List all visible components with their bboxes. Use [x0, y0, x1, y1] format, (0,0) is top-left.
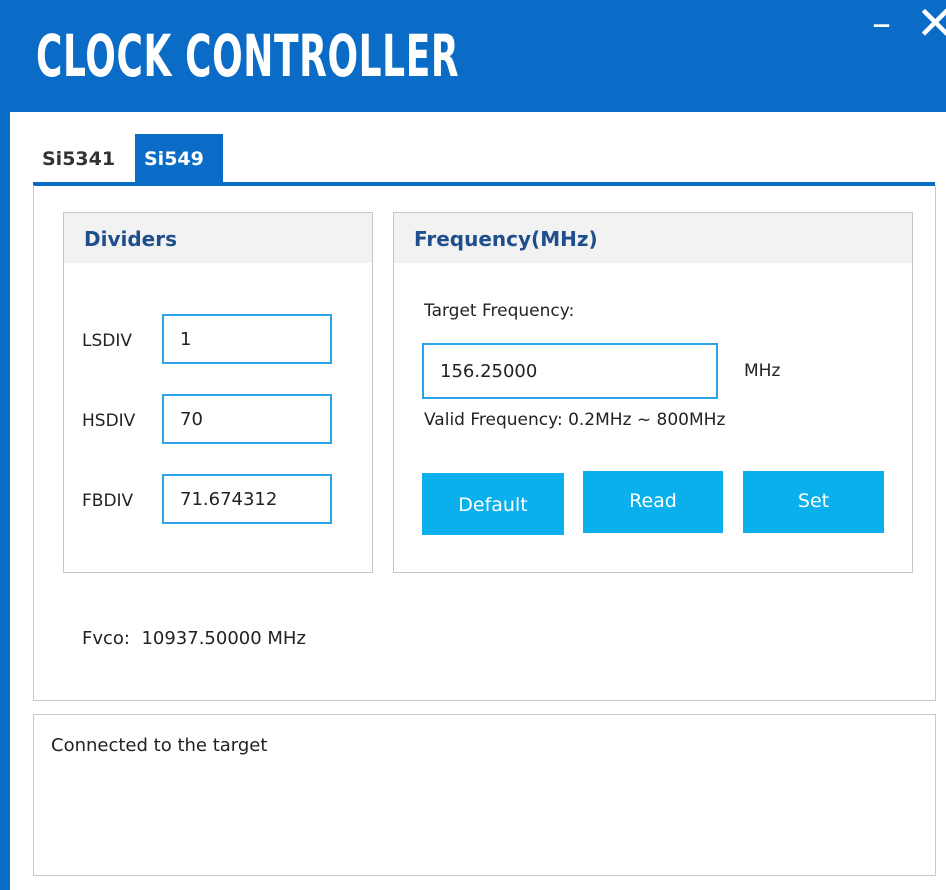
title-bar[interactable]: CLOCK CONTROLLER – ✕	[10, 0, 946, 112]
fvco-value: 10937.50000 MHz	[141, 628, 306, 649]
lsdiv-label: LSDIV	[82, 331, 132, 351]
tab-si5341[interactable]: Si5341	[33, 134, 133, 182]
frequency-group: Frequency(MHz) Target Frequency: MHz Val…	[393, 212, 913, 573]
default-button[interactable]: Default	[422, 473, 564, 535]
window-left-border	[0, 0, 10, 890]
status-message: Connected to the target	[51, 735, 268, 756]
tab-si549[interactable]: Si549	[135, 134, 223, 182]
app-window: CLOCK CONTROLLER – ✕ Si5341 Si549 Divide…	[0, 0, 946, 890]
status-log[interactable]: Connected to the target	[33, 714, 936, 876]
hsdiv-input[interactable]	[162, 394, 332, 444]
frequency-group-header: Frequency(MHz)	[394, 213, 912, 263]
dividers-title: Dividers	[84, 227, 177, 251]
minimize-icon[interactable]: –	[872, 4, 891, 42]
fvco-label: Fvco:	[82, 628, 130, 649]
fbdiv-label: FBDIV	[82, 491, 134, 511]
fbdiv-input[interactable]	[162, 474, 332, 524]
dividers-group-header: Dividers	[64, 213, 372, 263]
dividers-group: Dividers LSDIV HSDIV FBDIV	[63, 212, 373, 573]
frequency-unit-label: MHz	[744, 361, 781, 381]
read-button[interactable]: Read	[583, 471, 723, 533]
valid-frequency-label: Valid Frequency: 0.2MHz ~ 800MHz	[424, 410, 726, 430]
target-frequency-input[interactable]	[422, 343, 718, 399]
close-icon[interactable]: ✕	[916, 0, 946, 46]
hsdiv-label: HSDIV	[82, 411, 136, 431]
lsdiv-input[interactable]	[162, 314, 332, 364]
set-button[interactable]: Set	[743, 471, 884, 533]
target-frequency-label: Target Frequency:	[424, 301, 575, 321]
app-title: CLOCK CONTROLLER	[36, 22, 460, 90]
frequency-title: Frequency(MHz)	[414, 227, 598, 251]
fvco-readout: Fvco: 10937.50000 MHz	[82, 628, 306, 649]
